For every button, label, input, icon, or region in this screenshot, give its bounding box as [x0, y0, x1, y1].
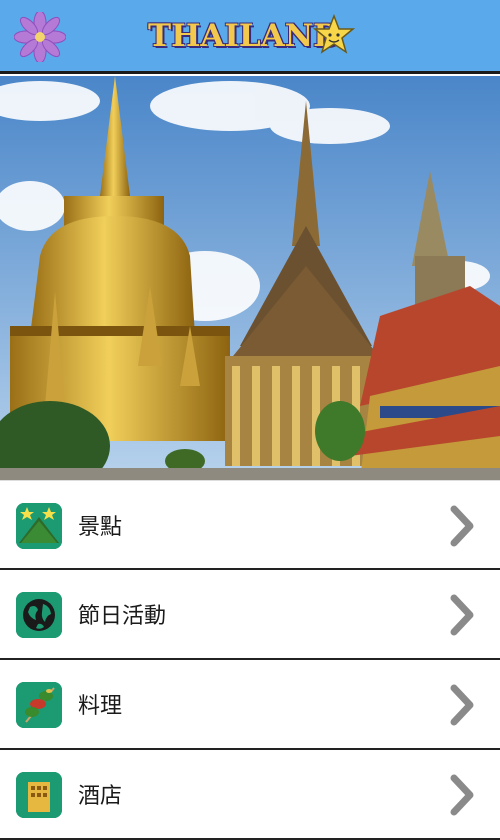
globe-icon — [16, 592, 62, 638]
list-item-festivals[interactable]: 節日活動 — [0, 570, 500, 660]
chevron-right-icon — [450, 594, 474, 636]
list-item-attractions[interactable]: 景點 — [0, 480, 500, 570]
mountain-stars-icon — [16, 503, 62, 549]
chevron-right-icon — [450, 684, 474, 726]
list-item-label: 景點 — [78, 515, 123, 540]
chevron-right-icon — [450, 774, 474, 816]
skewer-food-icon — [16, 682, 62, 728]
hero-temple-image — [0, 76, 500, 480]
hotel-building-icon — [16, 772, 62, 818]
star-icon — [313, 14, 355, 54]
app-header: THAILAND — [0, 0, 500, 74]
list-item-label: 酒店 — [78, 784, 123, 809]
app-title: THAILAND — [148, 18, 340, 54]
purple-flower-icon[interactable] — [14, 12, 66, 62]
category-list: 景點 節日活動 料理 酒店 — [0, 480, 500, 840]
chevron-right-icon — [450, 505, 474, 547]
list-item-cuisine[interactable]: 料理 — [0, 660, 500, 750]
list-item-label: 節日活動 — [78, 604, 167, 629]
list-item-hotels[interactable]: 酒店 — [0, 750, 500, 840]
list-item-label: 料理 — [78, 694, 123, 719]
